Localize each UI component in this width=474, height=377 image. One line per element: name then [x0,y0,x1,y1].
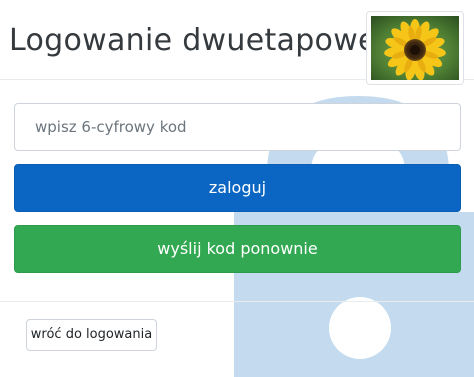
code-input[interactable] [14,103,461,151]
back-to-login-button[interactable]: wróć do logowania [26,319,157,351]
page-header: Logowanie dwuetapowe [0,0,474,85]
resend-code-button[interactable]: wyślij kod ponownie [14,225,461,273]
two-factor-login-page: Logowanie dwuetapowe wpisz 6-cyfrowy kod… [0,0,474,377]
sunflower-image [371,16,459,80]
page-title: Logowanie dwuetapowe [9,23,377,58]
divider [0,301,474,302]
login-button[interactable]: zaloguj [14,164,461,212]
avatar [366,11,464,85]
